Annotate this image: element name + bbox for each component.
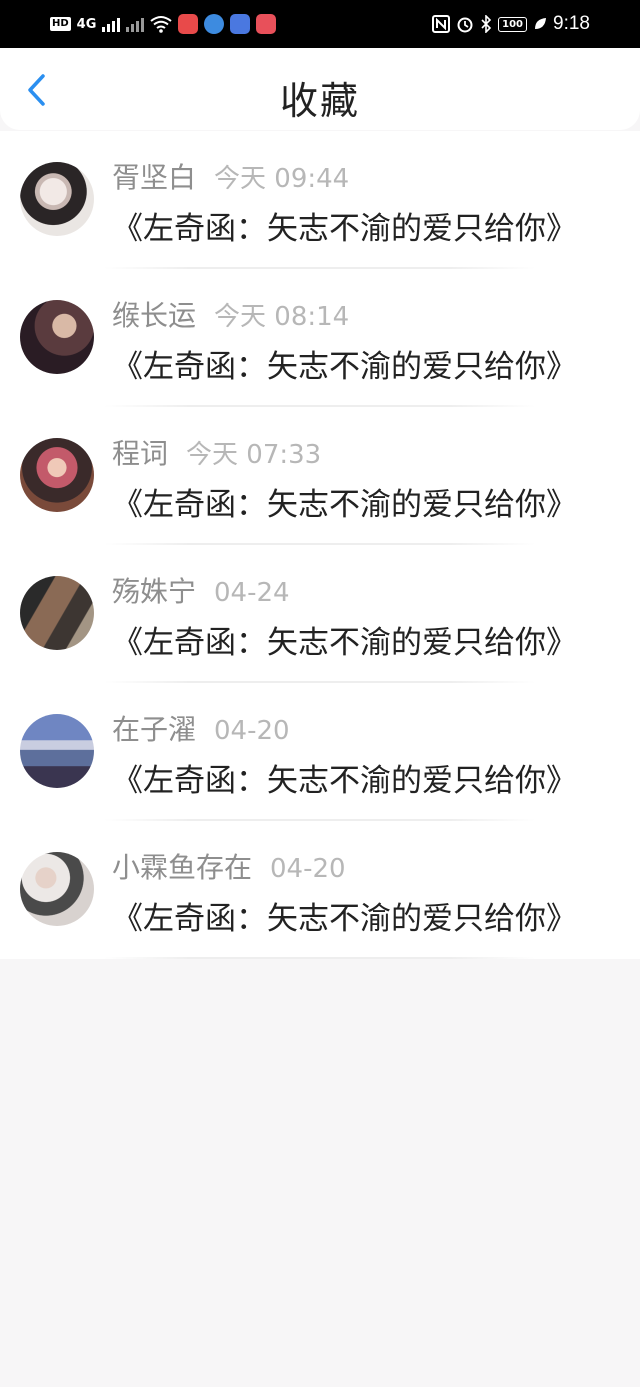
list-item[interactable]: 缑长运 今天 08:14 《左奇函：矢志不渝的爱只给你》	[0, 269, 640, 407]
divider	[104, 957, 536, 959]
network-type: 4G	[76, 16, 97, 32]
avatar	[20, 714, 94, 788]
signal-icon	[102, 16, 121, 32]
item-time: 04-20	[214, 716, 290, 746]
page-title: 收藏	[279, 79, 360, 123]
shop-app-icon	[178, 14, 199, 34]
music-app-icon	[230, 14, 251, 34]
user-name: 在子濯	[112, 713, 197, 746]
user-name: 胥坚白	[112, 161, 197, 194]
browser-app-icon	[204, 14, 225, 34]
item-header: 在子濯 04-20	[112, 708, 290, 748]
wifi-icon	[150, 16, 173, 33]
list-item[interactable]: 程词 今天 07:33 《左奇函：矢志不渝的爱只给你》	[0, 407, 640, 545]
status-left: HD 4G	[50, 12, 277, 36]
leaf-icon	[535, 18, 547, 29]
item-header: 殇姝宁 04-24	[112, 570, 290, 610]
avatar	[20, 300, 94, 374]
bluetooth-icon	[481, 15, 492, 33]
app-header: 收藏	[0, 48, 640, 130]
signal-2-icon	[126, 16, 145, 32]
item-message: 《左奇函：矢志不渝的爱只给你》	[112, 901, 577, 937]
item-header: 胥坚白 今天 09:44	[112, 156, 349, 196]
item-time: 今天 07:33	[186, 440, 322, 470]
avatar	[20, 438, 94, 512]
avatar	[20, 576, 94, 650]
battery-indicator: 100	[498, 16, 528, 32]
item-header: 小霖鱼存在 04-20	[112, 846, 346, 886]
user-name: 殇姝宁	[112, 575, 197, 608]
status-bar: HD 4G 100 9:18	[0, 0, 640, 48]
item-message: 《左奇函：矢志不渝的爱只给你》	[112, 487, 577, 523]
item-time: 今天 08:14	[214, 302, 350, 332]
item-message: 《左奇函：矢志不渝的爱只给你》	[112, 349, 577, 385]
list-item[interactable]: 在子濯 04-20 《左奇函：矢志不渝的爱只给你》	[0, 683, 640, 821]
item-message: 《左奇函：矢志不渝的爱只给你》	[112, 625, 577, 661]
nfc-icon	[432, 15, 451, 33]
list-item[interactable]: 小霖鱼存在 04-20 《左奇函：矢志不渝的爱只给你》	[0, 821, 640, 959]
hd-badge: HD	[50, 17, 71, 31]
red-app-icon	[256, 14, 277, 34]
item-header: 程词 今天 07:33	[112, 432, 321, 472]
favorites-list: 胥坚白 今天 09:44 《左奇函：矢志不渝的爱只给你》 缑长运 今天 08:14 …	[0, 131, 640, 959]
clock: 9:18	[553, 13, 590, 34]
item-header: 缑长运 今天 08:14	[112, 294, 349, 334]
avatar	[20, 162, 94, 236]
status-right: 100 9:18	[432, 12, 590, 36]
item-time: 今天 09:44	[214, 164, 350, 194]
item-message: 《左奇函：矢志不渝的爱只给你》	[112, 763, 577, 799]
item-message: 《左奇函：矢志不渝的爱只给你》	[112, 211, 577, 247]
user-name: 程词	[112, 437, 169, 470]
list-item[interactable]: 殇姝宁 04-24 《左奇函：矢志不渝的爱只给你》	[0, 545, 640, 683]
user-name: 缑长运	[112, 299, 197, 332]
item-time: 04-20	[270, 854, 346, 884]
list-item[interactable]: 胥坚白 今天 09:44 《左奇函：矢志不渝的爱只给你》	[0, 131, 640, 269]
item-time: 04-24	[214, 578, 290, 608]
user-name: 小霖鱼存在	[112, 851, 253, 884]
alarm-icon	[457, 17, 473, 33]
avatar	[20, 852, 94, 926]
